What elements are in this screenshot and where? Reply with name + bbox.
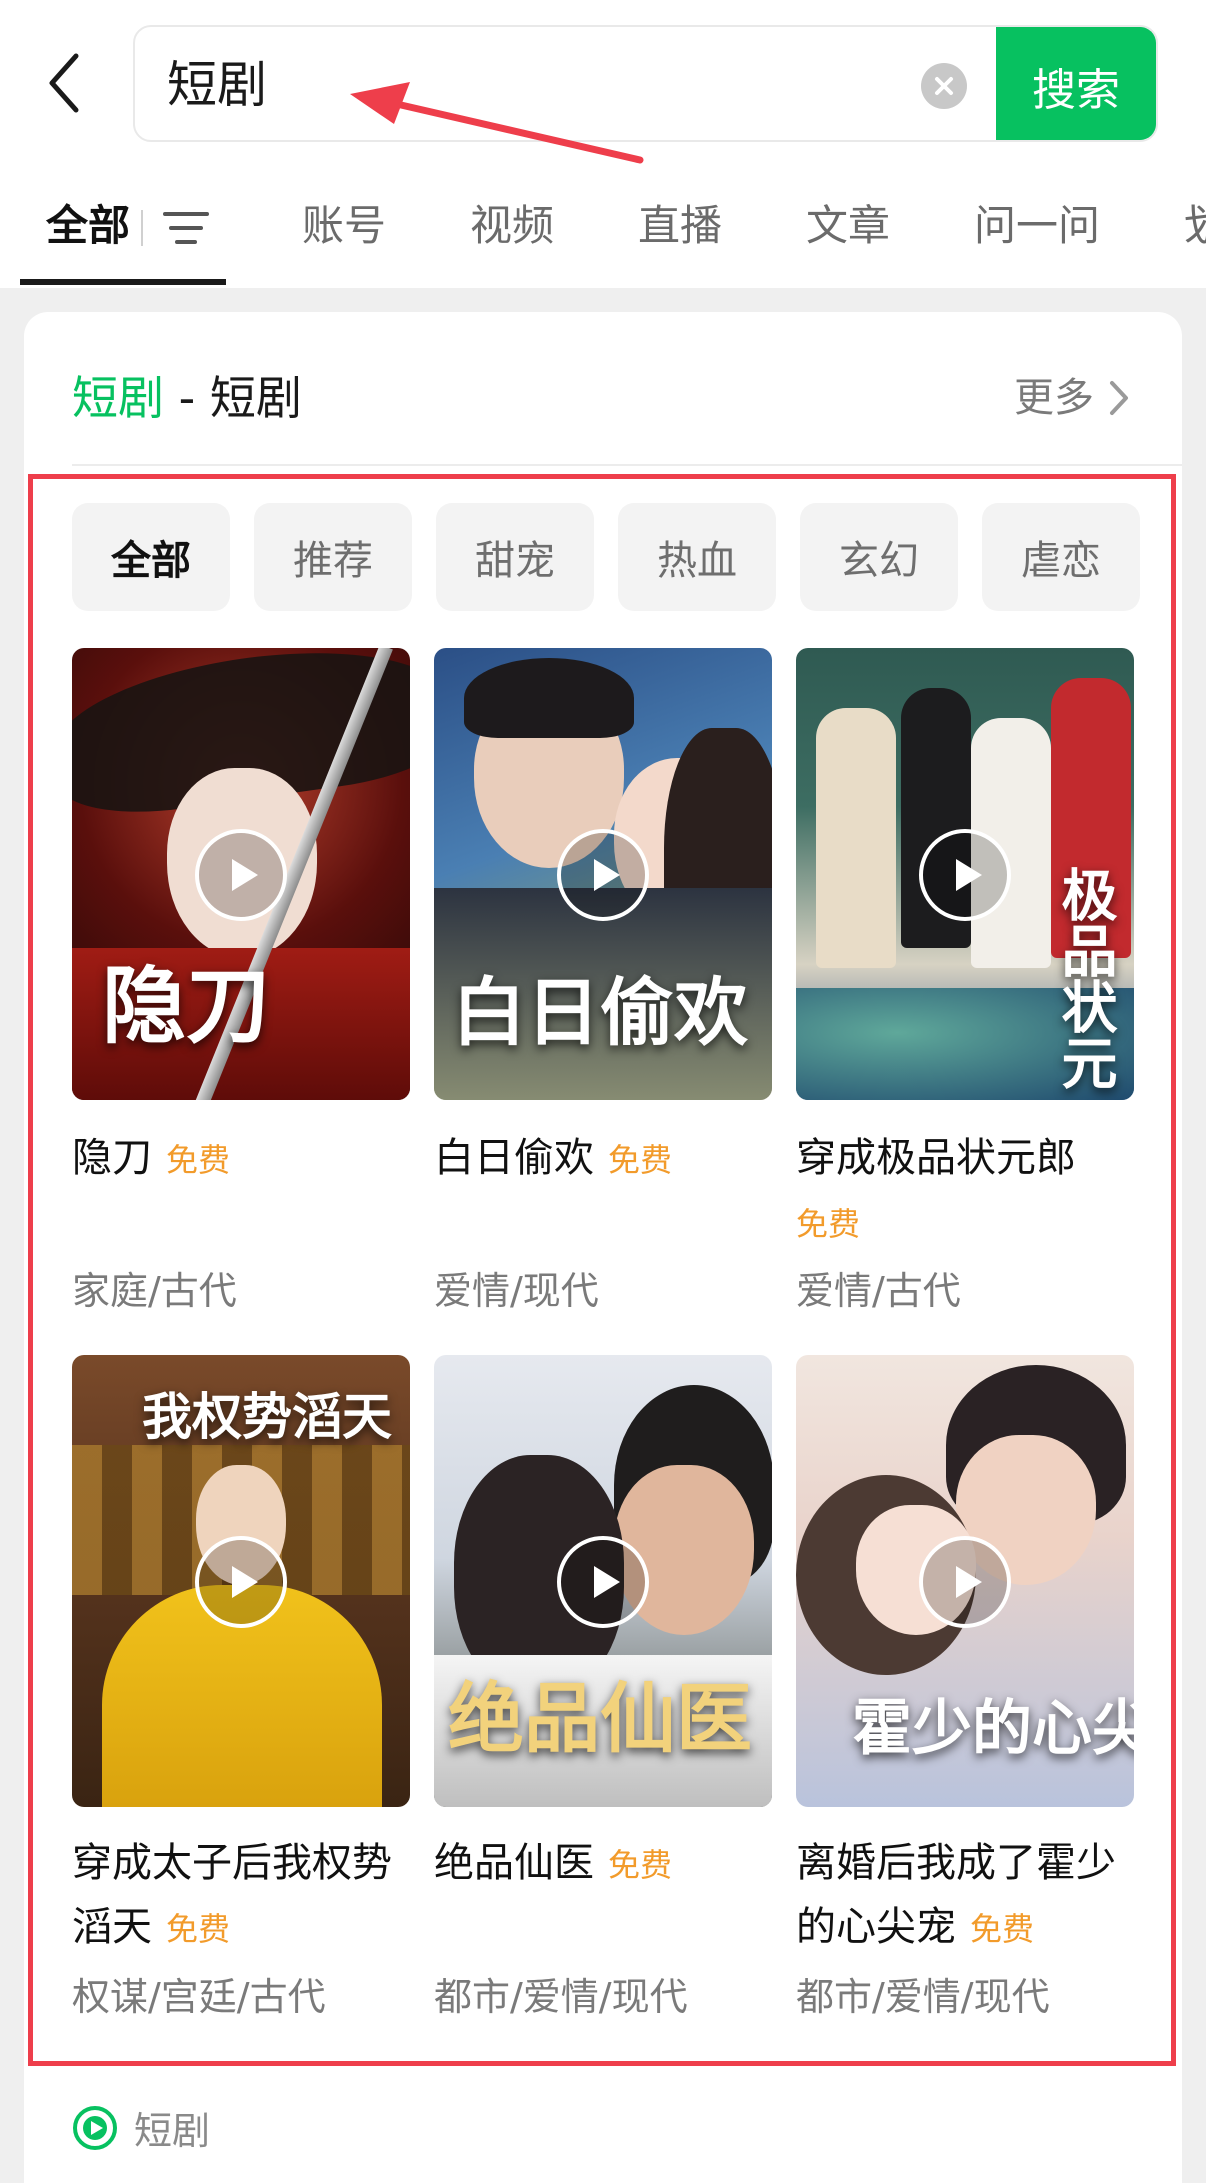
drama-genre: 都市/爱情/现代 xyxy=(796,1975,1050,2019)
drama-genre: 权谋/宫廷/古代 xyxy=(72,1975,326,2019)
filter-button[interactable] xyxy=(163,208,209,248)
drama-name: 隐刀 xyxy=(72,1135,152,1181)
free-badge: 免费 xyxy=(608,1846,673,1884)
poster-art-hair-man xyxy=(464,658,634,738)
poster-title-art: 极品状元 xyxy=(1052,866,1118,1090)
poster-title-art: 绝品仙医 xyxy=(448,1674,752,1763)
play-icon xyxy=(195,829,287,921)
chip-fantasy[interactable]: 玄幻 xyxy=(800,503,958,611)
drama-title[interactable]: 白日偷欢 免费 xyxy=(434,1126,764,1192)
drama-genre: 家庭/古代 xyxy=(72,1269,237,1313)
poster-title-art: 霍少的心尖宠 xyxy=(852,1694,1134,1764)
section-title-highlight: 短剧 xyxy=(72,371,164,425)
tab-more-partial[interactable]: 划 xyxy=(1184,198,1206,254)
drama-poster[interactable]: 绝品仙医 xyxy=(434,1355,772,1807)
chip-hot-blood[interactable]: 热血 xyxy=(618,503,776,611)
poster-title-art: 我权势滔天 xyxy=(142,1387,392,1446)
drama-poster[interactable]: 隐刀 xyxy=(72,648,410,1100)
tab-ask[interactable]: 问一问 xyxy=(974,198,1100,254)
play-icon xyxy=(557,1536,649,1628)
clear-search-button[interactable] xyxy=(921,63,967,109)
drama-title[interactable]: 穿成太子后我权势滔天 免费 xyxy=(72,1831,402,1961)
source-label: 短剧 xyxy=(134,2109,211,2153)
drama-genre: 爱情/古代 xyxy=(796,1269,961,1313)
drama-genre: 都市/爱情/现代 xyxy=(434,1975,688,2019)
section-title-text: 短剧 xyxy=(209,371,302,425)
search-input[interactable]: 短剧 xyxy=(167,57,267,113)
search-bar-area: 短剧 搜索 xyxy=(0,0,1206,168)
active-tab-indicator xyxy=(20,279,226,285)
tab-all[interactable]: 全部 xyxy=(46,198,130,254)
chip-recommended[interactable]: 推荐 xyxy=(254,503,412,611)
back-arrow-icon xyxy=(49,53,79,113)
tab-articles[interactable]: 文章 xyxy=(806,198,890,254)
section-title-separator: - xyxy=(164,371,210,425)
chip-all[interactable]: 全部 xyxy=(72,503,230,611)
drama-name: 离婚后我成了霍少的心尖宠 xyxy=(796,1840,1116,1950)
clear-icon xyxy=(935,77,953,95)
tab-live[interactable]: 直播 xyxy=(638,198,722,254)
tab-videos[interactable]: 视频 xyxy=(470,198,554,254)
free-badge: 免费 xyxy=(166,1141,231,1179)
search-button[interactable]: 搜索 xyxy=(996,27,1156,140)
free-badge: 免费 xyxy=(796,1205,861,1243)
search-type-tabs: 全部 账号 视频 直播 文章 问一问 划 xyxy=(0,168,1206,288)
chip-sweet[interactable]: 甜宠 xyxy=(436,503,594,611)
play-icon xyxy=(557,829,649,921)
drama-name: 绝品仙医 xyxy=(434,1840,594,1886)
drama-poster[interactable]: 极品状元 xyxy=(796,648,1134,1100)
drama-poster[interactable]: 白日偷欢 xyxy=(434,648,772,1100)
source-footer[interactable]: 短剧 xyxy=(72,2100,210,2155)
poster-art-figure-1 xyxy=(816,708,896,968)
play-icon xyxy=(195,1536,287,1628)
tab-divider xyxy=(141,210,143,246)
drama-name: 白日偷欢 xyxy=(434,1135,594,1181)
poster-title-art: 白日偷欢 xyxy=(452,970,748,1056)
drama-poster[interactable]: 我权势滔天 xyxy=(72,1355,410,1807)
drama-genre: 爱情/现代 xyxy=(434,1269,599,1313)
more-label: 更多 xyxy=(1014,375,1094,421)
poster-title-art: 隐刀 xyxy=(102,956,271,1055)
play-icon xyxy=(919,829,1011,921)
more-link[interactable]: 更多 xyxy=(1014,372,1130,424)
drama-title[interactable]: 隐刀 免费 xyxy=(72,1126,402,1192)
play-icon xyxy=(919,1536,1011,1628)
drama-poster[interactable]: 霍少的心尖宠 xyxy=(796,1355,1134,1807)
drama-title[interactable]: 绝品仙医 免费 xyxy=(434,1831,764,1897)
section-title: 短剧 - 短剧 xyxy=(72,368,302,428)
free-badge: 免费 xyxy=(970,1910,1035,1948)
drama-name: 穿成太子后我权势滔天 xyxy=(72,1840,392,1950)
chevron-right-icon xyxy=(1110,381,1128,415)
free-badge: 免费 xyxy=(608,1141,673,1179)
mini-program-icon xyxy=(73,2105,117,2150)
chip-angst[interactable]: 虐恋 xyxy=(982,503,1140,611)
drama-title[interactable]: 穿成极品状元郎 免费 xyxy=(796,1126,1126,1256)
tab-accounts[interactable]: 账号 xyxy=(302,198,386,254)
annotation-arrow xyxy=(350,82,644,164)
filter-icon xyxy=(163,212,209,244)
drama-title[interactable]: 离婚后我成了霍少的心尖宠 免费 xyxy=(796,1831,1126,1961)
free-badge: 免费 xyxy=(166,1910,231,1948)
drama-name: 穿成极品状元郎 xyxy=(796,1135,1076,1181)
section-divider xyxy=(72,464,1182,466)
back-button[interactable] xyxy=(40,48,90,118)
